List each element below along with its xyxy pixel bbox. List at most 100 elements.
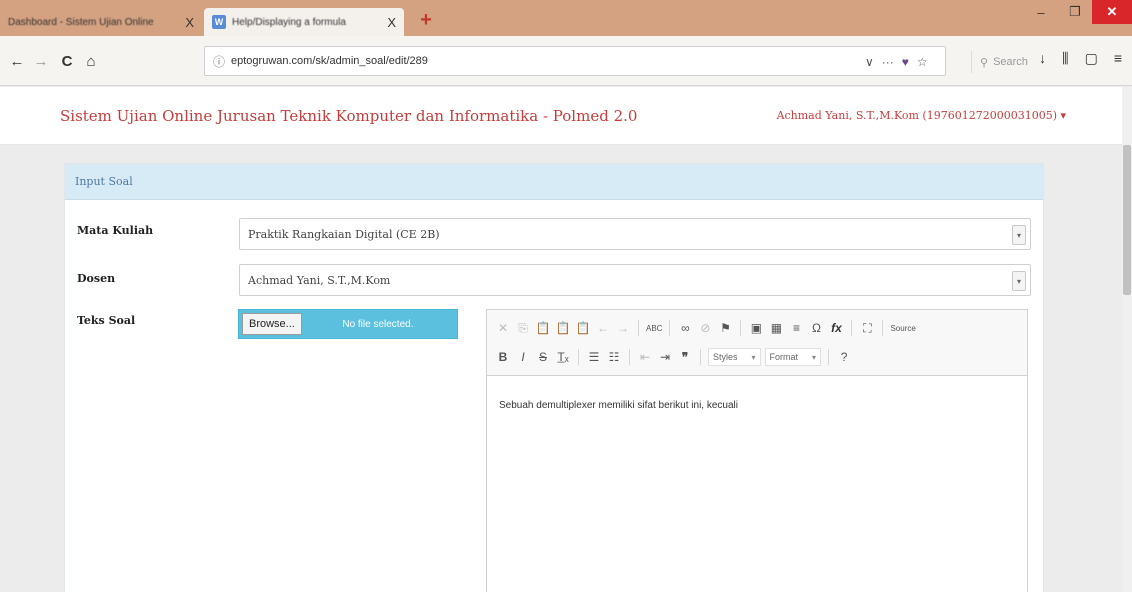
redo-icon[interactable]: → [615, 319, 631, 337]
chevron-down-icon: ▾ [751, 352, 756, 362]
undo-icon[interactable]: ← [595, 319, 611, 337]
address-bar[interactable]: ⓘ eptogruwan.com/sk/admin_soal/edit/289 … [204, 46, 1028, 77]
user-menu[interactable]: Achmad Yani, S.T.,M.Kom (197601272000031… [777, 109, 1066, 122]
paste-text-icon[interactable]: 📋 [555, 319, 571, 337]
chevron-down-icon: ▾ [1012, 225, 1026, 245]
tab-help-formula[interactable]: W Help/Displaying a formula X [204, 8, 404, 36]
numbered-list-icon[interactable]: ☰ [586, 348, 602, 366]
search-icon: ⚲ [980, 56, 989, 69]
download-icon[interactable]: ↓ [1039, 50, 1046, 67]
dosen-value: Achmad Yani, S.T.,M.Kom [248, 273, 391, 287]
help-icon[interactable]: ? [836, 348, 852, 366]
mata-kuliah-value: Praktik Rangkaian Digital (CE 2B) [248, 227, 440, 241]
format-label: Format [769, 352, 799, 362]
formula-icon[interactable]: fx [828, 319, 844, 337]
app-header: Sistem Ujian Online Jurusan Teknik Kompu… [0, 87, 1132, 145]
toolbar-separator [629, 349, 630, 365]
chevron-down-icon: ▾ [812, 352, 817, 362]
bold-icon[interactable]: B [495, 348, 511, 366]
editor-content-area[interactable]: Sebuah demultiplexer memiliki sifat beri… [487, 376, 1027, 435]
table-icon[interactable]: ▦ [768, 319, 784, 337]
url-tools: ∨ ··· ♥ ☆ [865, 47, 928, 77]
browser-tab-bar: Dashboard - Sistem Ujian Online X W Help… [0, 0, 1132, 36]
source-button[interactable]: Source [890, 319, 915, 337]
menu-icon[interactable]: ≡ [1114, 50, 1122, 67]
dosen-select[interactable]: Achmad Yani, S.T.,M.Kom ▾ [239, 264, 1031, 296]
file-input[interactable]: Browse... No file selected. [238, 309, 458, 339]
tab-close-icon[interactable]: X [185, 15, 194, 30]
bulleted-list-icon[interactable]: ☷ [606, 348, 622, 366]
editor-toolbar: ✕ ⎘ 📋 📋 📋 ← → ABC ∞ ⊘ ⚑ ▣ ▦ ≡ Ω fx ⛶ Sou… [487, 310, 1027, 376]
bookmark-star-icon[interactable]: ☆ [917, 55, 928, 69]
browser-nav-bar: ← → C ⌂ ⓘ eptogruwan.com/sk/admin_soal/e… [0, 36, 1132, 86]
new-tab-button[interactable]: + [412, 8, 440, 32]
toolbar-separator [669, 320, 671, 336]
panel-heading: Input Soal [65, 164, 1043, 200]
styles-dropdown[interactable]: Styles ▾ [708, 348, 761, 366]
page-scrollbar[interactable] [1122, 87, 1132, 592]
page-content: Sistem Ujian Online Jurusan Teknik Kompu… [0, 87, 1132, 592]
maximize-icon[interactable]: ❐ [1058, 0, 1092, 24]
editor-toolbar-row-1: ✕ ⎘ 📋 📋 📋 ← → ABC ∞ ⊘ ⚑ ▣ ▦ ≡ Ω fx ⛶ Sou… [495, 319, 916, 337]
outdent-icon[interactable]: ⇤ [637, 348, 653, 366]
paste-word-icon[interactable]: 📋 [575, 319, 591, 337]
toolbar-separator [578, 349, 579, 365]
spellcheck-icon[interactable]: ABC [646, 319, 662, 337]
home-icon[interactable]: ⌂ [80, 50, 102, 72]
image-icon[interactable]: ▣ [748, 319, 764, 337]
teks-soal-label: Teks Soal [77, 314, 136, 327]
scrollbar-thumb[interactable] [1123, 145, 1131, 295]
toolbar-separator [740, 320, 742, 336]
url-dropdown-icon[interactable]: ∨ [865, 55, 874, 69]
mata-kuliah-label: Mata Kuliah [77, 224, 154, 237]
editor-toolbar-row-2: B I S T̲ₓ ☰ ☷ ⇤ ⇥ ❞ Styles ▾ Format ▾ ? [495, 348, 852, 366]
link-icon[interactable]: ∞ [677, 319, 693, 337]
special-char-icon[interactable]: Ω [808, 319, 824, 337]
search-placeholder: Search [993, 56, 1028, 68]
italic-icon[interactable]: I [515, 348, 531, 366]
blockquote-icon[interactable]: ❞ [677, 348, 693, 366]
mata-kuliah-select[interactable]: Praktik Rangkaian Digital (CE 2B) ▾ [239, 218, 1031, 250]
strikethrough-icon[interactable]: S [535, 348, 551, 366]
page-title[interactable]: Sistem Ujian Online Jurusan Teknik Kompu… [60, 107, 637, 125]
maximize-editor-icon[interactable]: ⛶ [859, 319, 875, 337]
toolbar-separator [700, 349, 701, 365]
browse-button[interactable]: Browse... [242, 313, 302, 335]
dosen-label: Dosen [77, 272, 116, 285]
window-close-icon[interactable]: ✕ [1092, 0, 1132, 24]
page-actions-icon[interactable]: ··· [882, 55, 894, 69]
sidebar-icon[interactable]: ▢ [1085, 50, 1098, 67]
url-text: eptogruwan.com/sk/admin_soal/edit/289 [231, 55, 428, 67]
cut-icon[interactable]: ✕ [495, 319, 511, 337]
indent-icon[interactable]: ⇥ [657, 348, 673, 366]
tab-dashboard[interactable]: Dashboard - Sistem Ujian Online X [0, 8, 202, 36]
copy-icon[interactable]: ⎘ [515, 319, 531, 337]
back-icon[interactable]: ← [6, 50, 28, 72]
file-status: No file selected. [342, 318, 414, 330]
window-controls: – ❐ ✕ [1024, 0, 1132, 24]
format-dropdown[interactable]: Format ▾ [764, 348, 822, 366]
reload-icon[interactable]: C [56, 50, 78, 72]
wikipedia-favicon-icon: W [212, 15, 226, 29]
toolbar-separator [882, 320, 884, 336]
toolbar-right: ↓ ⫼ ▢ ≡ [1039, 50, 1122, 67]
tab-label: Help/Displaying a formula [232, 16, 346, 28]
styles-label: Styles [713, 352, 738, 362]
tab-label: Dashboard - Sistem Ujian Online [8, 16, 154, 28]
forward-icon[interactable]: → [30, 50, 52, 72]
tab-close-icon[interactable]: X [387, 15, 396, 30]
toolbar-separator [828, 349, 830, 365]
unlink-icon[interactable]: ⊘ [697, 319, 713, 337]
minimize-icon[interactable]: – [1024, 0, 1058, 24]
rich-text-editor: ✕ ⎘ 📋 📋 📋 ← → ABC ∞ ⊘ ⚑ ▣ ▦ ≡ Ω fx ⛶ Sou… [486, 309, 1028, 592]
horizontal-line-icon[interactable]: ≡ [788, 319, 804, 337]
pocket-icon[interactable]: ♥ [902, 55, 909, 69]
remove-format-icon[interactable]: T̲ₓ [555, 348, 571, 366]
chevron-down-icon: ▾ [1012, 271, 1026, 291]
paste-icon[interactable]: 📋 [535, 319, 551, 337]
library-icon[interactable]: ⫼ [1062, 50, 1068, 67]
toolbar-separator [851, 320, 853, 336]
toolbar-separator [638, 320, 639, 336]
anchor-icon[interactable]: ⚑ [717, 319, 733, 337]
site-info-icon[interactable]: ⓘ [213, 53, 225, 70]
